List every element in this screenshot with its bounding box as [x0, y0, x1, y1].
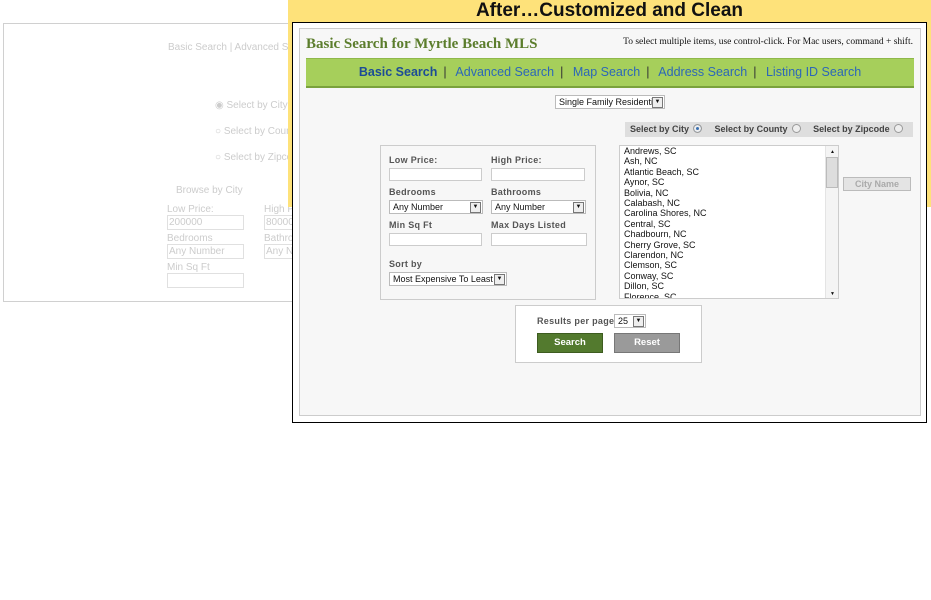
before-low-label: Low Price: — [167, 204, 214, 215]
before-radio-zip: ○ Select by Zipco — [215, 152, 293, 163]
tab-listing-id-search[interactable]: Listing ID Search — [766, 65, 861, 79]
chevron-down-icon: ▼ — [633, 316, 644, 327]
scroll-down-icon[interactable]: ▼ — [828, 289, 835, 298]
city-option[interactable]: Bolivia, NC — [622, 188, 838, 198]
tab-address-search[interactable]: Address Search — [658, 65, 747, 79]
city-option[interactable]: Carolina Shores, NC — [622, 208, 838, 218]
sort-by-select[interactable]: Most Expensive To Least ▼ — [389, 272, 507, 286]
before-bed-label: Bedrooms — [167, 233, 213, 244]
bathrooms-select[interactable]: Any Number ▼ — [491, 200, 586, 214]
page-title: Basic Search for Myrtle Beach MLS — [306, 36, 538, 52]
city-option[interactable]: Chadbourn, NC — [622, 229, 838, 239]
scroll-up-icon[interactable]: ▲ — [828, 147, 835, 157]
low-price-input[interactable] — [389, 168, 482, 181]
min-sqft-input[interactable] — [389, 233, 482, 246]
city-name-button[interactable]: City Name — [843, 177, 911, 191]
before-browse: Browse by City — [176, 185, 243, 196]
city-option[interactable]: Cherry Grove, SC — [622, 240, 838, 250]
city-option[interactable]: Dillon, SC — [622, 281, 838, 291]
search-button[interactable]: Search — [537, 333, 603, 353]
property-type-value: Single Family Residential — [559, 97, 661, 107]
criteria-form: Low Price: High Price: Bedrooms Any Numb… — [380, 145, 596, 300]
chevron-down-icon: ▼ — [652, 97, 663, 108]
bedrooms-label: Bedrooms — [389, 187, 436, 197]
chevron-down-icon: ▼ — [470, 202, 481, 213]
high-price-label: High Price: — [491, 155, 542, 165]
results-per-page-label: Results per page — [537, 316, 615, 326]
search-nav: Basic Search | Advanced Search | Map Searc… — [306, 58, 914, 88]
city-option[interactable]: Andrews, SC — [622, 146, 838, 156]
before-panel: Basic Search | Advanced S ◉ Select by Ci… — [3, 23, 307, 302]
max-days-label: Max Days Listed — [491, 220, 567, 230]
max-days-input[interactable] — [491, 233, 587, 246]
before-low-input: 200000 — [167, 215, 244, 230]
low-price-label: Low Price: — [389, 155, 438, 165]
bathrooms-label: Bathrooms — [491, 187, 542, 197]
before-nav: Basic Search | Advanced S — [168, 42, 289, 53]
before-radio-city: ◉ Select by City — [215, 100, 288, 111]
high-price-input[interactable] — [491, 168, 585, 181]
before-sqft-label: Min Sq Ft — [167, 262, 210, 273]
before-bath-label: Bathro — [264, 233, 294, 244]
results-per-page-select[interactable]: 25 ▼ — [614, 314, 646, 328]
selection-mode-radios: Select by City Select by County Select b… — [625, 122, 913, 137]
scroll-thumb[interactable] — [826, 157, 838, 188]
tab-basic-search[interactable]: Basic Search — [359, 65, 438, 79]
radio-city[interactable]: Select by City — [630, 124, 703, 134]
city-option[interactable]: Atlantic Beach, SC — [622, 167, 838, 177]
before-radio-county: ○ Select by Coun — [215, 126, 292, 137]
city-option[interactable]: Clemson, SC — [622, 260, 838, 270]
bedrooms-select[interactable]: Any Number ▼ — [389, 200, 483, 214]
chevron-down-icon: ▼ — [494, 274, 505, 285]
reset-button[interactable]: Reset — [614, 333, 680, 353]
radio-zipcode[interactable]: Select by Zipcode — [813, 124, 903, 134]
tab-map-search[interactable]: Map Search — [573, 65, 640, 79]
property-type-select[interactable]: Single Family Residential ▼ — [555, 95, 665, 109]
results-box: Results per page 25 ▼ Search Reset — [515, 305, 702, 363]
radio-county[interactable]: Select by County — [715, 124, 801, 134]
sort-by-label: Sort by — [389, 259, 423, 269]
city-option[interactable]: Ash, NC — [622, 156, 838, 166]
city-option[interactable]: Aynor, SC — [622, 177, 838, 187]
before-bed-select: Any Number — [167, 244, 244, 259]
city-option[interactable]: Central, SC — [622, 219, 838, 229]
chevron-down-icon: ▼ — [573, 202, 584, 213]
multi-select-hint: To select multiple items, use control-cl… — [623, 37, 913, 47]
banner-title: After…Customized and Clean — [475, 0, 744, 21]
city-option[interactable]: Clarendon, NC — [622, 250, 838, 260]
city-listbox[interactable]: Andrews, SC Ash, NC Atlantic Beach, SC Ayno… — [619, 145, 839, 299]
city-option[interactable]: Florence, SC — [622, 292, 838, 298]
city-option[interactable]: Calabash, NC — [622, 198, 838, 208]
scrollbar[interactable]: ▲ ▼ — [825, 146, 838, 298]
before-sqft-input — [167, 273, 244, 288]
min-sqft-label: Min Sq Ft — [389, 220, 433, 230]
city-option[interactable]: Conway, SC — [622, 271, 838, 281]
tab-advanced-search[interactable]: Advanced Search — [455, 65, 554, 79]
